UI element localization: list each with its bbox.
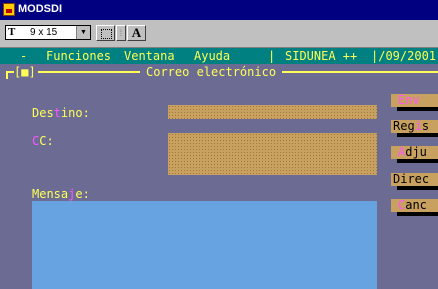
cc-input[interactable] [168,133,377,175]
button-shadow [397,186,438,190]
dialog-frame-top: [■] Correo electrónico [0,64,438,80]
mensaje-textarea[interactable] [32,201,377,289]
system-menu[interactable]: - [20,48,27,64]
title-bar: MODSDI [0,0,438,20]
dialog-title: Correo electrónico [140,64,283,80]
adjuntar-button[interactable]: Adju [391,146,438,159]
directorio-button[interactable]: Direc [391,173,438,186]
font-size-value: 9 x 15 [30,27,58,38]
window-title: MODSDI [18,3,62,15]
toolbar: T 9 x 15 ▼ ⁞ A [0,20,438,48]
app-icon[interactable] [3,3,15,16]
app-name: SIDUNEA ++ [285,49,358,63]
menu-ayuda[interactable]: Ayuda [194,48,230,64]
truetype-icon: T [8,26,16,38]
menu-ventana[interactable]: Ventana [124,48,175,64]
font-button[interactable]: A [127,25,146,41]
fullscreen-icon: ⁞ [119,28,123,38]
button-shadow [397,212,438,216]
destino-input[interactable] [168,105,377,119]
enviar-button[interactable]: Env [391,94,438,107]
frame-border-left [6,72,8,79]
menu-separator: | [268,49,276,63]
cancelar-button[interactable]: Canc [391,199,438,212]
fullscreen-button[interactable]: ⁞ [116,25,126,41]
marquee-selection-button[interactable] [96,25,115,41]
marquee-selection-icon [101,29,112,39]
registrar-button[interactable]: Regis [391,120,438,133]
mensaje-label: Mensaje: [32,187,90,201]
menu-bar: - Funciones Ventana Ayuda | SIDUNEA ++ |… [0,48,438,64]
cc-label: CC: [32,134,54,148]
close-icon[interactable]: [■] [14,64,38,80]
chevron-down-icon[interactable]: ▼ [76,26,90,39]
font-size-select[interactable]: T 9 x 15 ▼ [5,25,91,40]
dos-console: - Funciones Ventana Ayuda | SIDUNEA ++ |… [0,48,438,289]
button-shadow [397,159,438,163]
button-shadow [397,133,438,137]
destino-label: Destino: [32,106,90,120]
date-display: |/09/2001 [371,49,437,63]
menu-funciones[interactable]: Funciones [46,48,111,64]
button-shadow [397,107,438,111]
